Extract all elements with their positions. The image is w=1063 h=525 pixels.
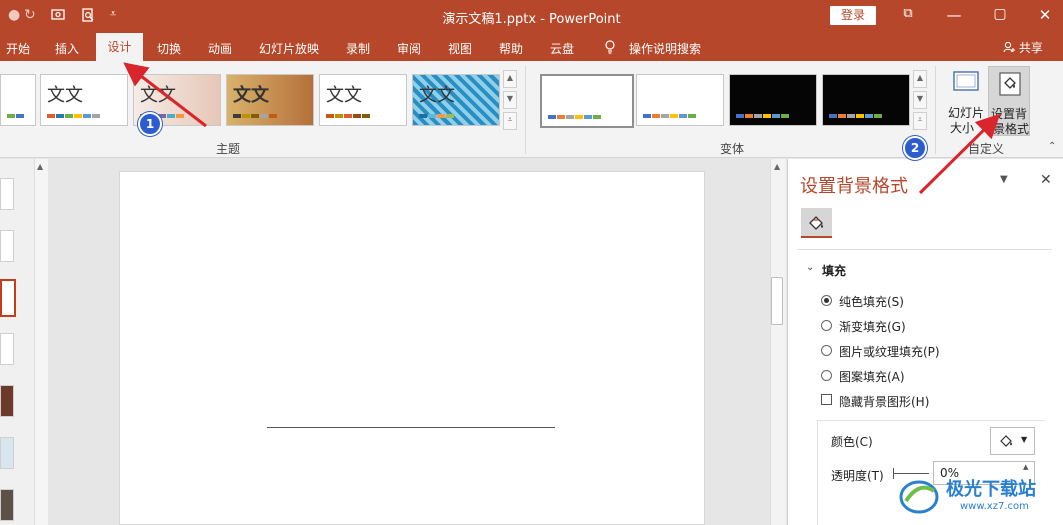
theme-thumb-5[interactable]: 文文 xyxy=(412,74,500,126)
watermark-logo: 极光下载站 www.xz7.com xyxy=(898,473,1060,521)
radio-solid-fill[interactable] xyxy=(821,295,832,306)
hide-graphics-checkbox[interactable] xyxy=(821,394,832,405)
pane-title: 设置背景格式 xyxy=(800,176,908,197)
ribbon-tabs: 开始 插入 切换 动画 幻灯片放映 录制 审阅 视图 帮助 云盘 操作说明搜索 xyxy=(0,32,1063,61)
theme-thumb-office[interactable] xyxy=(0,74,36,126)
transparency-slider-handle[interactable] xyxy=(893,468,894,479)
spin-up-icon[interactable]: ▲ xyxy=(1023,463,1028,471)
variant-thumb-2[interactable] xyxy=(636,74,724,126)
pane-options-icon[interactable]: ▼ xyxy=(1000,174,1008,185)
scroll-up-icon[interactable]: ▲ xyxy=(37,162,43,171)
tab-help[interactable]: 帮助 xyxy=(499,40,523,57)
slide-size-icon xyxy=(952,68,980,99)
person-icon xyxy=(1003,41,1019,55)
annotation-badge-2: 2 xyxy=(903,136,927,160)
title-bar: ● ↻ ⩡ 演示文稿1.pptx - PowerPoint 登录 ⧉ — ▢ ✕ xyxy=(0,0,1063,32)
radio-picture-fill[interactable] xyxy=(821,345,832,356)
variant-thumb-1[interactable] xyxy=(540,74,634,128)
close-icon[interactable]: ✕ xyxy=(1035,6,1055,24)
format-background-label-2: 景格式 xyxy=(993,122,1030,136)
group-divider xyxy=(935,66,936,154)
pane-divider xyxy=(817,420,1045,421)
group-divider xyxy=(525,66,526,154)
radio-gradient-fill[interactable] xyxy=(821,320,832,331)
color-label: 颜色(C) xyxy=(831,435,873,449)
watermark-icon xyxy=(898,477,940,520)
group-label-variants: 变体 xyxy=(720,142,745,156)
tab-record[interactable]: 录制 xyxy=(346,40,370,57)
slide-thumbnail-selected[interactable] xyxy=(0,279,16,317)
slide-size-button[interactable]: 幻灯片 大小 xyxy=(944,66,986,136)
watermark-subtext: www.xz7.com xyxy=(960,501,1029,512)
tab-insert[interactable]: 插入 xyxy=(55,40,79,57)
tab-transitions[interactable]: 切换 xyxy=(157,40,181,57)
slide-thumbnail[interactable] xyxy=(0,489,14,521)
option-picture-fill[interactable]: 图片或纹理填充(P) xyxy=(839,343,940,360)
editor-scrollbar-thumb[interactable] xyxy=(771,277,783,325)
collapse-ribbon-icon[interactable]: ⌃ xyxy=(1048,141,1056,152)
themes-scroll-down-button[interactable]: ▼ xyxy=(503,91,517,109)
fill-section-header[interactable]: 填充 xyxy=(822,262,846,279)
lightbulb-icon xyxy=(604,40,616,57)
tab-cloud[interactable]: 云盘 xyxy=(550,40,574,57)
theme-thumb-1[interactable]: 文文 xyxy=(40,74,128,126)
radio-pattern-fill[interactable] xyxy=(821,370,832,381)
tab-home[interactable]: 开始 xyxy=(6,40,30,57)
minimize-icon[interactable]: — xyxy=(944,6,964,24)
color-picker-button[interactable]: ▼ xyxy=(990,427,1035,455)
editor-scrollbar[interactable]: ▲ xyxy=(770,159,786,525)
slide-thumbnail[interactable] xyxy=(0,385,14,417)
annotation-badge-1: 1 xyxy=(138,112,162,136)
slide-thumbnail[interactable] xyxy=(0,178,14,210)
current-slide[interactable] xyxy=(119,171,705,525)
share-button[interactable]: 共享 xyxy=(1003,39,1043,56)
pane-indent-rule xyxy=(817,420,818,525)
format-background-button[interactable]: 设置背 景格式 xyxy=(988,66,1030,136)
variant-thumb-3[interactable] xyxy=(729,74,817,126)
group-label-customize: 自定义 xyxy=(968,142,1005,156)
scroll-up-icon[interactable]: ▲ xyxy=(774,162,780,171)
option-solid-fill[interactable]: 纯色填充(S) xyxy=(839,293,904,310)
placeholder-line xyxy=(267,427,555,428)
tell-me-search[interactable]: 操作说明搜索 xyxy=(629,40,701,57)
tab-design[interactable]: 设计 xyxy=(96,33,143,61)
pane-divider xyxy=(797,249,1052,250)
tab-review[interactable]: 审阅 xyxy=(397,40,421,57)
tab-animations[interactable]: 动画 xyxy=(208,40,232,57)
pane-close-icon[interactable]: ✕ xyxy=(1040,172,1052,188)
option-gradient-fill[interactable]: 渐变填充(G) xyxy=(839,318,906,335)
restore-icon[interactable]: ▢ xyxy=(990,6,1010,22)
fill-tab-button[interactable] xyxy=(801,208,832,238)
format-background-icon xyxy=(996,70,1024,101)
thumbnails-scrollbar[interactable]: ▲ xyxy=(34,159,48,525)
dropdown-arrow-icon: ▼ xyxy=(1021,435,1028,444)
option-pattern-fill[interactable]: 图案填充(A) xyxy=(839,368,905,385)
paint-bucket-icon xyxy=(807,213,827,236)
slide-size-label-2: 大小 xyxy=(950,121,975,135)
chevron-down-icon[interactable]: ⌄ xyxy=(806,262,814,273)
group-label-themes: 主题 xyxy=(216,142,241,156)
themes-scroll-up-button[interactable]: ▲ xyxy=(503,70,517,88)
slide-thumbnail[interactable] xyxy=(0,230,14,262)
slide-thumbnails-panel xyxy=(0,159,34,525)
tab-view[interactable]: 视图 xyxy=(448,40,472,57)
hide-graphics-label[interactable]: 隐藏背景图形(H) xyxy=(839,393,929,410)
variants-scroll-up-button[interactable]: ▲ xyxy=(913,70,927,88)
slide-thumbnail[interactable] xyxy=(0,333,14,365)
share-label: 共享 xyxy=(1018,41,1043,55)
login-button[interactable]: 登录 xyxy=(830,6,876,25)
variants-more-button[interactable]: ⩡ xyxy=(913,112,927,130)
themes-more-button[interactable]: ⩡ xyxy=(503,112,517,130)
tab-slideshow[interactable]: 幻灯片放映 xyxy=(259,40,319,57)
ribbon-display-options-icon[interactable]: ⧉ xyxy=(898,6,918,21)
slide-thumbnail[interactable] xyxy=(0,437,14,469)
transparency-label: 透明度(T) xyxy=(831,469,884,483)
paint-bucket-icon xyxy=(999,433,1015,452)
theme-thumb-4[interactable]: 文文 xyxy=(319,74,407,126)
theme-thumb-3[interactable]: 文文 xyxy=(226,74,314,126)
variants-scroll-down-button[interactable]: ▼ xyxy=(913,91,927,109)
variant-thumb-4[interactable] xyxy=(822,74,910,126)
watermark-text: 极光下载站 xyxy=(946,479,1036,500)
